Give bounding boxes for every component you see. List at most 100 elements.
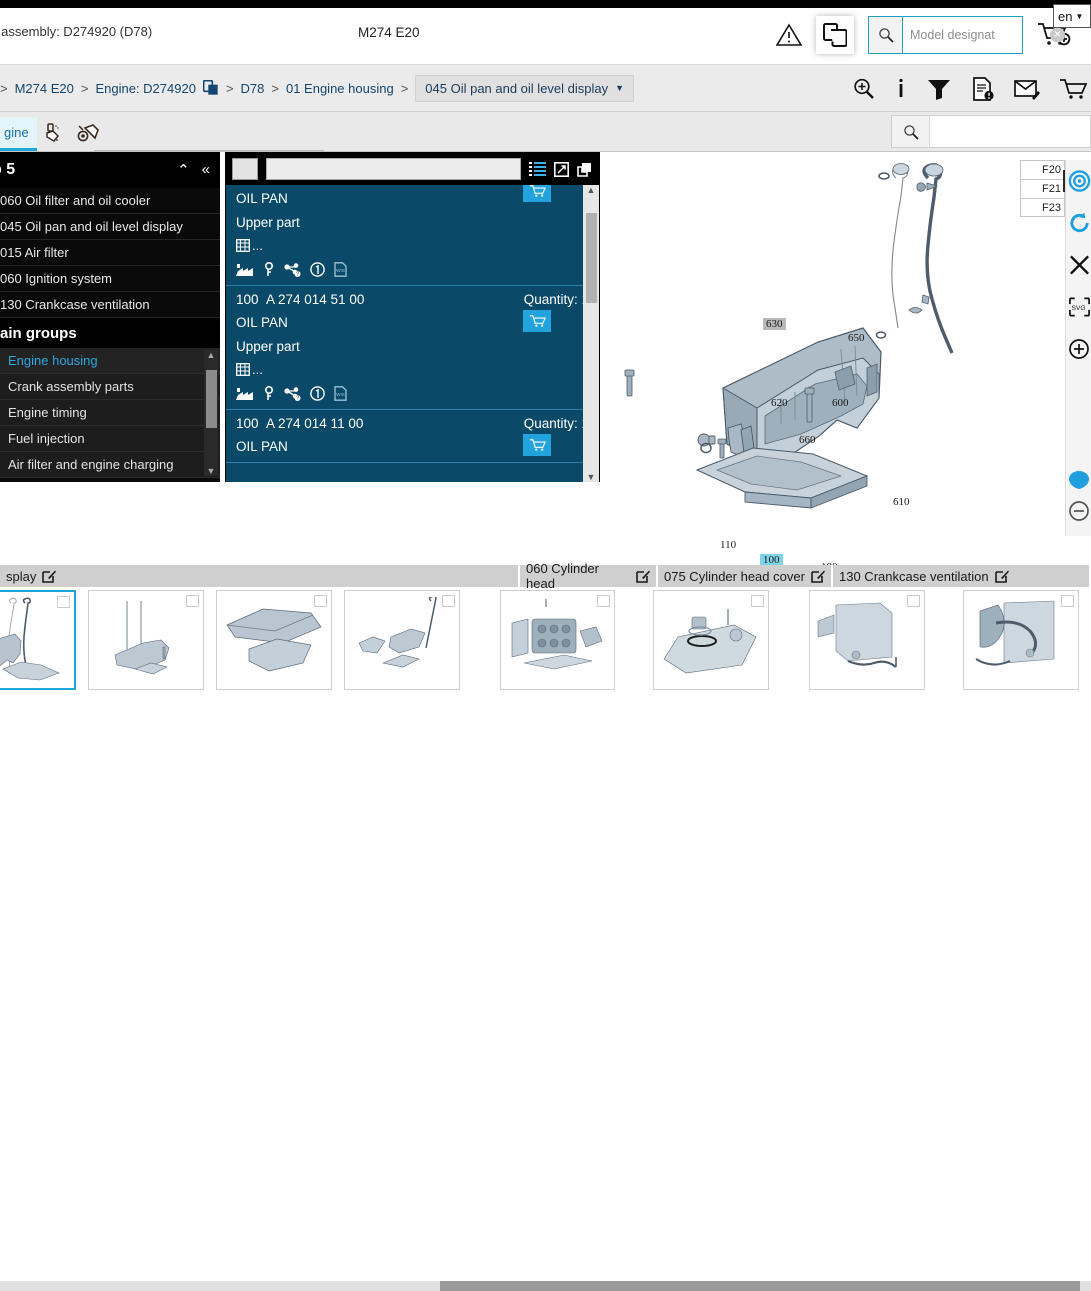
svg-export-icon[interactable]: SVG xyxy=(1066,286,1091,328)
filter-icon[interactable] xyxy=(926,77,952,101)
wis-document-icon[interactable]: WIS xyxy=(334,262,347,277)
cart-icon[interactable] xyxy=(1059,77,1087,101)
note-1-icon[interactable] xyxy=(310,262,325,277)
popout-icon[interactable] xyxy=(577,162,593,177)
callout-610[interactable]: 610 xyxy=(893,496,910,508)
wis-document-icon[interactable]: WIS xyxy=(334,386,347,401)
list-item[interactable] xyxy=(653,590,770,690)
copy-icon[interactable] xyxy=(202,80,219,96)
target-icon[interactable] xyxy=(1066,160,1091,202)
sidebar-item-ignition[interactable]: 060 Ignition system xyxy=(0,266,220,292)
table-row[interactable]: OIL PAN Upper part ... ? WIS xyxy=(226,185,599,286)
sidebar-group-fuel-injection[interactable]: Fuel injection xyxy=(0,426,220,452)
breadcrumb-active-dropdown[interactable]: 045 Oil pan and oil level display ▼ xyxy=(415,74,635,102)
chevron-up-icon[interactable]: ⌃ xyxy=(177,161,190,179)
breadcrumb-item-d78[interactable]: D78 xyxy=(241,81,265,96)
list-item[interactable] xyxy=(215,590,332,690)
callout-600[interactable]: 600 xyxy=(832,397,849,409)
sidebar-group-engine-timing[interactable]: Engine timing xyxy=(0,400,220,426)
key-icon[interactable] xyxy=(262,262,275,277)
bolt-wrench-icon[interactable] xyxy=(71,117,105,151)
expand-icon[interactable] xyxy=(554,161,569,177)
technical-drawing[interactable]: 630 650 620 600 660 610 110 100 180 120 … xyxy=(605,152,1091,616)
grid-icon[interactable] xyxy=(236,239,250,252)
key-icon[interactable] xyxy=(262,386,275,401)
callout-620[interactable]: 620 xyxy=(771,397,788,409)
callout-630[interactable]: 630 xyxy=(763,318,786,330)
sidebar-group-air-filter[interactable]: Air filter and engine charging xyxy=(0,452,220,478)
language-selector[interactable]: en ▼ xyxy=(1053,4,1091,28)
note-1-icon[interactable] xyxy=(310,386,325,401)
model-search[interactable]: Model designat ✕ xyxy=(868,16,1065,54)
factory-icon[interactable] xyxy=(236,263,253,277)
sidebar-group-crank-assembly[interactable]: Crank assembly parts xyxy=(0,374,220,400)
table-row[interactable]: 100 A 274 014 11 00 Quantity: 1 OIL PAN xyxy=(226,410,599,463)
add-to-cart-button[interactable] xyxy=(523,185,551,202)
search-icon[interactable] xyxy=(892,116,930,147)
breadcrumb-item-housing[interactable]: 01 Engine housing xyxy=(286,81,394,96)
tab-search-input[interactable] xyxy=(930,116,1090,147)
list-view-icon[interactable] xyxy=(529,162,546,176)
sidebar-group-engine-housing[interactable]: Engine housing xyxy=(0,348,220,374)
edit-icon[interactable] xyxy=(42,569,57,583)
tab-search[interactable] xyxy=(891,115,1091,148)
share-help-icon[interactable]: ? xyxy=(284,386,301,401)
scroll-down-icon[interactable]: ▼ xyxy=(587,472,596,482)
table-row[interactable]: 100 A 274 014 51 00 Quantity: 1 OIL PAN … xyxy=(226,286,599,410)
scroll-thumb[interactable] xyxy=(586,213,597,303)
list-item[interactable] xyxy=(0,590,76,690)
sidebar-item-crankcase[interactable]: 130 Crankcase ventilation xyxy=(0,292,220,318)
add-to-cart-button[interactable] xyxy=(523,434,551,456)
rotate-icon[interactable] xyxy=(1066,202,1091,244)
info-icon[interactable] xyxy=(895,77,907,101)
group-label-cylinder-head[interactable]: 060 Cylinder head xyxy=(520,561,658,591)
add-circle-icon[interactable] xyxy=(1066,328,1091,370)
edit-icon[interactable] xyxy=(811,569,825,583)
breadcrumb-item-engine[interactable]: Engine: D274920 xyxy=(95,81,195,96)
frame-item-f20[interactable]: F20 xyxy=(1020,160,1065,179)
edit-icon[interactable] xyxy=(636,569,650,583)
model-search-input[interactable]: Model designat xyxy=(903,17,1022,53)
callout-660[interactable]: 660 xyxy=(799,434,816,446)
grid-icon[interactable] xyxy=(236,363,250,376)
callout-650[interactable]: 650 xyxy=(848,332,865,344)
sidebar-item-air-filter[interactable]: 015 Air filter xyxy=(0,240,220,266)
clear-icon[interactable]: ✕ xyxy=(1050,27,1065,43)
zoom-out-icon[interactable] xyxy=(1066,490,1091,532)
mail-edit-icon[interactable] xyxy=(1014,77,1040,101)
list-item[interactable] xyxy=(499,590,616,690)
double-chevron-left-icon[interactable]: « xyxy=(202,161,210,179)
copy-icon[interactable] xyxy=(816,16,854,54)
document-alert-icon[interactable] xyxy=(971,77,995,101)
warning-triangle-icon[interactable] xyxy=(776,23,802,47)
search-icon[interactable] xyxy=(869,17,903,53)
group-label-head-cover[interactable]: 075 Cylinder head cover xyxy=(658,565,833,587)
breadcrumb-item-model[interactable]: M274 E20 xyxy=(15,81,74,96)
zoom-in-icon[interactable] xyxy=(852,77,876,101)
callout-110[interactable]: 110 xyxy=(720,539,736,551)
edit-icon[interactable] xyxy=(994,569,1009,583)
list-item[interactable] xyxy=(343,590,460,690)
group-label-crankcase[interactable]: 130 Crankcase ventilation xyxy=(833,565,1091,587)
oil-can-icon[interactable] xyxy=(37,117,71,151)
parts-filter-input[interactable] xyxy=(266,158,521,180)
factory-icon[interactable] xyxy=(236,387,253,401)
frame-item-f21[interactable]: F21 xyxy=(1020,179,1065,198)
sidebar-item-oil-filter[interactable]: 060 Oil filter and oil cooler xyxy=(0,188,220,214)
tab-engine[interactable]: gine xyxy=(0,117,37,151)
frame-item-f23[interactable]: F23 xyxy=(1020,198,1065,217)
scroll-up-icon[interactable]: ▲ xyxy=(587,185,596,195)
scroll-thumb[interactable] xyxy=(206,370,217,428)
marker-icon[interactable] xyxy=(1066,370,1091,490)
share-help-icon[interactable]: ? xyxy=(284,262,301,277)
cross-lines-icon[interactable] xyxy=(1066,244,1091,286)
horizontal-scroll-thumb[interactable] xyxy=(440,1281,1080,1291)
scroll-up-icon[interactable]: ▲ xyxy=(207,350,216,360)
list-item[interactable] xyxy=(809,590,926,690)
group-label-oil-pan[interactable]: splay xyxy=(0,565,520,587)
list-item[interactable] xyxy=(87,590,204,690)
list-item[interactable] xyxy=(963,590,1079,690)
parts-toolbar-box[interactable] xyxy=(232,158,258,180)
horizontal-scrollbar[interactable] xyxy=(0,1281,1091,1291)
add-to-cart-button[interactable] xyxy=(523,310,551,332)
